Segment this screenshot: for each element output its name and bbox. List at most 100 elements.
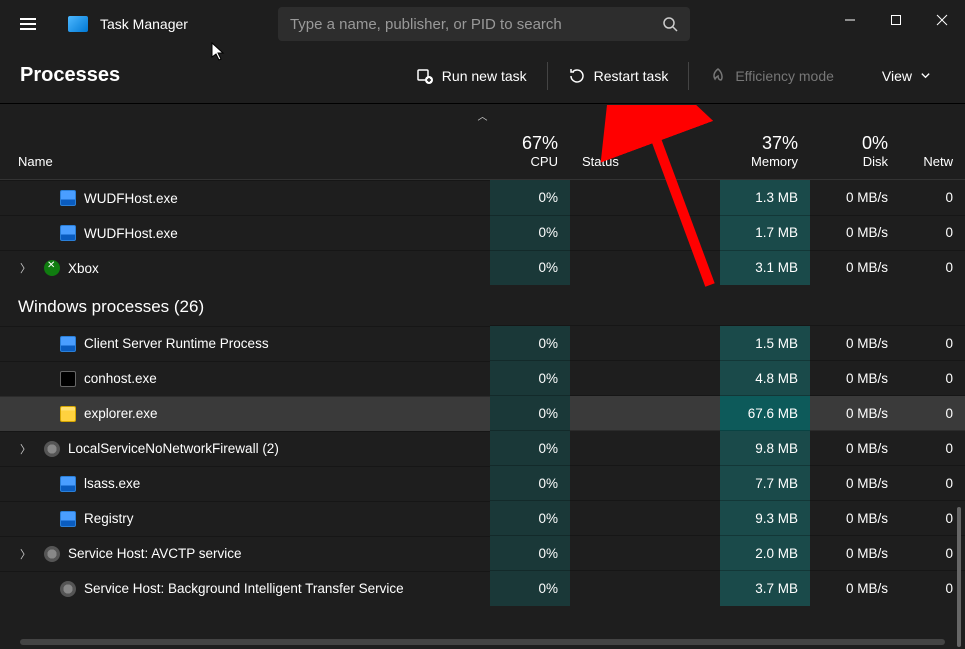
expand-chevron-icon[interactable]: 〉 (20, 546, 36, 562)
network-cell: 0 (900, 501, 965, 536)
process-row[interactable]: 〉 Xbox 0% 3.1 MB0 MB/s0 (0, 250, 965, 285)
view-button[interactable]: View (868, 58, 945, 94)
memory-cell: 1.5 MB (720, 326, 810, 361)
process-name: Service Host: Background Intelligent Tra… (84, 581, 404, 596)
efficiency-mode-button: Efficiency mode (695, 58, 848, 94)
status-cell (570, 326, 720, 361)
memory-cell: 67.6 MB (720, 396, 810, 431)
process-row[interactable]: WUDFHost.exe0%1.3 MB0 MB/s0 (0, 180, 965, 216)
process-name: WUDFHost.exe (84, 191, 178, 206)
process-table-container: Name 67%CPU Status 37%Memory 0%Disk Netw… (0, 127, 965, 647)
process-row[interactable]: conhost.exe 0% 4.8 MB0 MB/s0 (0, 361, 965, 396)
process-icon (60, 225, 76, 241)
process-row[interactable]: WUDFHost.exe0%1.7 MB0 MB/s0 (0, 215, 965, 250)
memory-cell: 3.1 MB (720, 250, 810, 285)
cpu-cell: 0% (490, 250, 570, 285)
column-header-disk[interactable]: 0%Disk (810, 127, 900, 180)
process-row[interactable]: Client Server Runtime Process0%1.5 MB0 M… (0, 326, 965, 361)
disk-cell: 0 MB/s (810, 571, 900, 606)
status-cell (570, 396, 720, 431)
minimize-button[interactable] (827, 0, 873, 40)
group-row-windows-processes[interactable]: Windows processes (26) (0, 285, 965, 326)
process-row[interactable]: 〉Service Host: AVCTP service0%2.0 MB0 MB… (0, 536, 965, 571)
column-header-status[interactable]: Status (570, 127, 720, 180)
status-cell (570, 431, 720, 466)
process-row[interactable]: 〉LocalServiceNoNetworkFirewall (2)0%9.8 … (0, 431, 965, 466)
process-icon (60, 581, 76, 597)
efficiency-mode-label: Efficiency mode (735, 68, 834, 84)
process-name: Registry (84, 511, 134, 526)
status-cell (570, 215, 720, 250)
expand-chevron-icon[interactable]: 〉 (20, 260, 36, 276)
cpu-cell: 0% (490, 501, 570, 536)
search-input[interactable] (290, 16, 662, 33)
horizontal-scrollbar[interactable] (20, 639, 945, 645)
memory-cell: 4.8 MB (720, 361, 810, 396)
expand-chevron-icon[interactable]: 〉 (20, 441, 36, 457)
cpu-cell: 0% (490, 536, 570, 571)
group-label: Windows processes (26) (0, 285, 965, 326)
process-icon (44, 260, 60, 276)
hamburger-menu-button[interactable] (8, 4, 48, 44)
cpu-cell: 0% (490, 215, 570, 250)
toolbar-separator (547, 62, 548, 90)
maximize-button[interactable] (873, 0, 919, 40)
restart-task-button[interactable]: Restart task (554, 58, 683, 94)
status-cell (570, 501, 720, 536)
network-cell: 0 (900, 361, 965, 396)
column-header-name[interactable]: Name (0, 127, 490, 180)
restart-icon (568, 67, 586, 85)
process-icon (60, 336, 76, 352)
process-name: WUDFHost.exe (84, 226, 178, 241)
table-header-row: Name 67%CPU Status 37%Memory 0%Disk Netw (0, 127, 965, 180)
network-cell: 0 (900, 466, 965, 501)
process-row[interactable]: lsass.exe0%7.7 MB0 MB/s0 (0, 466, 965, 501)
process-icon (60, 190, 76, 206)
column-header-cpu[interactable]: 67%CPU (490, 127, 570, 180)
close-button[interactable] (919, 0, 965, 40)
collapse-header-chevron[interactable]: ︿ (0, 104, 965, 127)
column-header-network[interactable]: Netw (900, 127, 965, 180)
disk-cell: 0 MB/s (810, 361, 900, 396)
cpu-cell: 0% (490, 396, 570, 431)
memory-cell: 1.7 MB (720, 215, 810, 250)
vertical-scrollbar[interactable] (957, 507, 961, 647)
status-cell (570, 571, 720, 606)
process-name: Client Server Runtime Process (84, 336, 269, 351)
hamburger-icon (20, 18, 36, 30)
run-new-task-label: Run new task (442, 68, 527, 84)
view-label: View (882, 68, 912, 84)
process-row[interactable]: explorer.exe0%67.6 MB0 MB/s0 (0, 396, 965, 431)
network-cell: 0 (900, 571, 965, 606)
process-name: Service Host: AVCTP service (68, 546, 242, 561)
app-icon (68, 16, 88, 32)
restart-task-label: Restart task (594, 68, 669, 84)
window-controls (827, 0, 965, 40)
status-cell (570, 180, 720, 216)
memory-cell: 3.7 MB (720, 571, 810, 606)
cpu-cell: 0% (490, 571, 570, 606)
cpu-cell: 0% (490, 361, 570, 396)
process-icon (60, 406, 76, 422)
search-box[interactable] (278, 7, 690, 41)
process-icon (60, 476, 76, 492)
memory-cell: 9.8 MB (720, 431, 810, 466)
memory-cell: 9.3 MB (720, 501, 810, 536)
toolbar-separator (688, 62, 689, 90)
cpu-cell: 0% (490, 431, 570, 466)
process-name: conhost.exe (84, 371, 157, 386)
network-cell: 0 (900, 250, 965, 285)
process-row[interactable]: Registry0%9.3 MB0 MB/s0 (0, 501, 965, 536)
process-name: lsass.exe (84, 476, 140, 491)
process-icon (44, 546, 60, 562)
network-cell: 0 (900, 326, 965, 361)
status-cell (570, 466, 720, 501)
process-name: Xbox (68, 261, 99, 276)
process-row[interactable]: Service Host: Background Intelligent Tra… (0, 571, 965, 606)
column-header-memory[interactable]: 37%Memory (720, 127, 810, 180)
run-new-task-button[interactable]: Run new task (402, 58, 541, 94)
run-task-icon (416, 67, 434, 85)
disk-cell: 0 MB/s (810, 250, 900, 285)
app-title: Task Manager (100, 16, 188, 32)
memory-cell: 7.7 MB (720, 466, 810, 501)
